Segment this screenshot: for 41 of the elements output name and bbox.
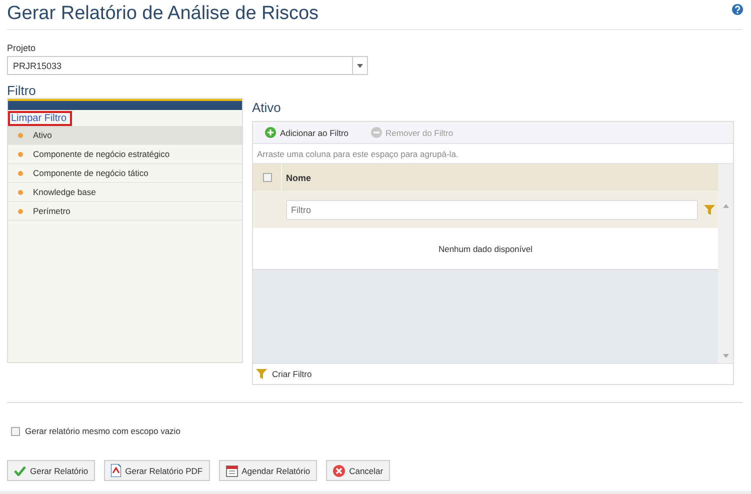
- column-header[interactable]: Nome: [282, 172, 312, 182]
- filter-category-item[interactable]: Perímetro: [8, 202, 242, 221]
- funnel-icon: [704, 204, 715, 214]
- bullet-icon: [18, 170, 23, 176]
- scroll-up-icon[interactable]: [722, 204, 728, 208]
- bullet-icon: [18, 152, 23, 156]
- scrollbar[interactable]: [718, 164, 733, 363]
- caret-icon: [357, 64, 363, 68]
- bullet-icon: [18, 190, 23, 194]
- filter-input[interactable]: Filtro: [286, 200, 698, 220]
- bullet-icon: [18, 132, 23, 138]
- empty-scope-label: Gerar relatório mesmo com escopo vazio: [25, 426, 180, 436]
- clear-filter-link[interactable]: Limpar Filtro: [8, 111, 72, 126]
- filter-category-item[interactable]: Ativo: [8, 126, 242, 145]
- project-label: Projeto: [7, 43, 37, 53]
- action-button[interactable]: Cancelar: [326, 460, 390, 481]
- filter-heading: Filtro: [7, 83, 37, 98]
- action-button[interactable]: Gerar Relatório PDF: [104, 460, 210, 481]
- plus-circle-icon: [265, 127, 276, 138]
- page-title: Gerar Relatório de Análise de Riscos: [7, 3, 319, 25]
- action-button[interactable]: Agendar Relatório: [218, 460, 318, 481]
- cancel-icon: [333, 464, 346, 476]
- funnel-icon: [256, 369, 267, 379]
- help-icon[interactable]: [732, 4, 743, 14]
- empty-message: Nenhum dado disponível: [438, 244, 533, 254]
- empty-scope-checkbox[interactable]: [11, 426, 20, 436]
- select-all-checkbox[interactable]: [262, 173, 272, 182]
- bullet-icon: [18, 208, 23, 214]
- action-button[interactable]: Gerar Relatório: [7, 460, 96, 481]
- calendar-icon: [226, 464, 238, 476]
- filter-category-item[interactable]: Componente de negócio estratégico: [8, 145, 242, 164]
- minus-circle-icon: [370, 127, 382, 138]
- filter-category-item[interactable]: Knowledge base: [8, 183, 242, 202]
- scroll-down-icon[interactable]: [722, 354, 728, 358]
- project-dropdown[interactable]: PRJR15033: [7, 56, 368, 75]
- create-filter-button[interactable]: Criar Filtro: [256, 369, 312, 379]
- checkmark-icon: [14, 466, 26, 476]
- grid-title: Ativo: [252, 100, 282, 115]
- toolbar-button[interactable]: Adicionar ao Filtro: [265, 127, 349, 138]
- filter-category-item[interactable]: Componente de negócio tático: [8, 164, 242, 183]
- pdf-document-icon: [111, 464, 122, 477]
